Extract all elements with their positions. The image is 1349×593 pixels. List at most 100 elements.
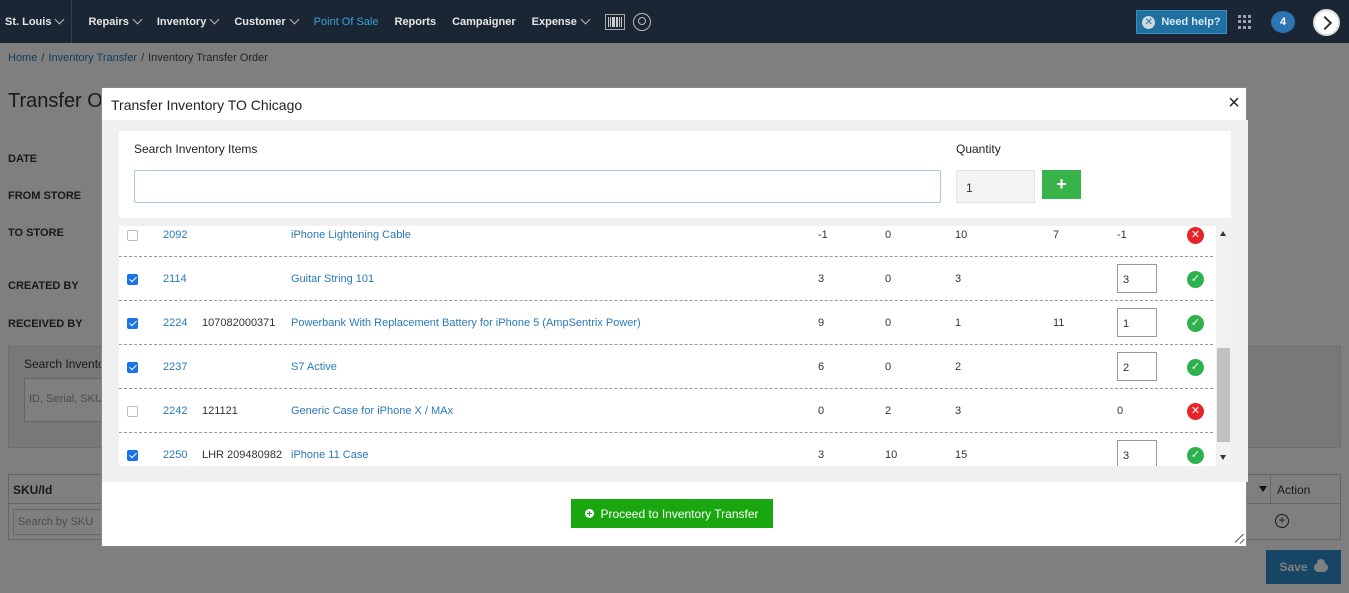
item-qty-col-1: 9 — [818, 317, 825, 329]
item-qty-col-3: 10 — [955, 229, 968, 241]
nav-item-reports[interactable]: Reports — [395, 16, 437, 28]
item-serial: LHR 209480982 — [202, 449, 283, 461]
item-qty-col-4: 7 — [1053, 229, 1060, 241]
item-qty-col-2: 2 — [885, 405, 892, 417]
apps-grid-icon[interactable] — [1238, 15, 1252, 29]
row-checkbox[interactable] — [127, 450, 138, 461]
nav-item-campaigner[interactable]: Campaigner — [452, 16, 516, 28]
scroll-thumb[interactable] — [1217, 348, 1230, 442]
table-row: 2250 LHR 209480982 iPhone 11 Case 3 10 15 3 ✓ — [119, 433, 1213, 466]
search-panel: Search Inventory Items Quantity 1 + — [119, 131, 1231, 218]
nav-item-label: Campaigner — [452, 15, 516, 28]
transfer-qty-input[interactable]: 3 — [1117, 264, 1157, 293]
item-serial: 121121 — [202, 405, 238, 417]
nav-item-expense[interactable]: Expense — [531, 14, 591, 28]
close-circle-icon: ✕ — [1142, 15, 1156, 29]
nav-item-label: St. Louis — [5, 15, 52, 28]
row-checkbox[interactable] — [127, 274, 138, 285]
item-qty-col-2: 0 — [885, 273, 892, 285]
proceed-label: Proceed to Inventory Transfer — [600, 506, 759, 521]
need-help-button[interactable]: ✕ Need help? — [1136, 10, 1227, 34]
notification-badge[interactable]: 4 — [1271, 11, 1295, 33]
row-checkbox[interactable] — [127, 406, 138, 417]
search-items-label: Search Inventory Items — [134, 142, 258, 156]
item-id-link[interactable]: 2224 — [163, 317, 187, 329]
item-serial: 107082000371 — [202, 317, 276, 329]
transfer-qty-value: 0 — [1117, 405, 1124, 417]
transfer-qty-input[interactable]: 2 — [1117, 352, 1157, 381]
item-name-link[interactable]: Powerbank With Replacement Battery for i… — [291, 317, 641, 329]
item-qty-col-2: 0 — [885, 361, 892, 373]
item-qty-col-2: 0 — [885, 229, 892, 241]
row-checkbox[interactable] — [127, 362, 138, 373]
chevron-down-icon — [132, 14, 143, 25]
barcode-icon[interactable] — [604, 13, 625, 30]
nav-item-label: Inventory — [156, 15, 207, 28]
add-item-button[interactable]: + — [1042, 170, 1081, 199]
item-name-link[interactable]: iPhone Lightening Cable — [291, 229, 411, 241]
transfer-qty-input[interactable]: 3 — [1117, 440, 1157, 466]
item-qty-col-3: 3 — [955, 405, 962, 417]
nav-menu: St. Louis Repairs Inventory Customer Point O… — [0, 0, 591, 43]
chevron-down-icon — [289, 14, 300, 25]
proceed-to-transfer-button[interactable]: Proceed to Inventory Transfer — [571, 499, 773, 528]
nav-item-label: Expense — [531, 15, 577, 28]
item-id-link[interactable]: 2237 — [163, 361, 187, 373]
item-qty-col-2: 0 — [885, 317, 892, 329]
check-circle-icon: ✓ — [1187, 271, 1204, 288]
close-icon[interactable]: × — [1226, 93, 1242, 113]
nav-item-customer[interactable]: Customer — [234, 14, 300, 28]
nav-item-label: Repairs — [88, 15, 129, 28]
x-circle-icon: ✕ — [1187, 227, 1204, 244]
modal-body: Search Inventory Items Quantity 1 + 2092… — [102, 120, 1248, 482]
nav-item-repairs[interactable]: Repairs — [88, 14, 143, 28]
item-qty-col-2: 10 — [885, 449, 898, 461]
item-qty-col-1: 6 — [818, 361, 825, 373]
transfer-qty-input[interactable]: 1 — [1117, 308, 1157, 337]
nav-item-st-louis[interactable]: St. Louis — [5, 14, 65, 28]
list-scrollbar[interactable] — [1216, 226, 1231, 466]
nav-item-point-of-sale[interactable]: Point Of Sale — [314, 16, 379, 28]
user-avatar[interactable] — [1313, 9, 1340, 36]
item-name-link[interactable]: Guitar String 101 — [291, 273, 374, 285]
item-name-link[interactable]: S7 Active — [291, 361, 337, 373]
quantity-label: Quantity — [956, 142, 1001, 156]
nav-item-inventory[interactable]: Inventory — [156, 14, 220, 28]
item-qty-col-3: 2 — [955, 361, 962, 373]
nav-item-label: Point Of Sale — [313, 15, 379, 28]
inventory-list: 2092 iPhone Lightening Cable -1 0 10 7 -1 ✕ 2114… — [119, 226, 1231, 466]
x-circle-icon: ✕ — [1187, 403, 1204, 420]
item-id-link[interactable]: 2114 — [163, 273, 187, 285]
item-qty-col-1: 3 — [818, 273, 825, 285]
row-checkbox[interactable] — [127, 230, 138, 241]
scroll-down-icon[interactable] — [1220, 455, 1226, 460]
item-qty-col-4: 11 — [1053, 317, 1065, 329]
chevron-down-icon — [209, 14, 220, 25]
item-qty-col-1: -1 — [818, 229, 828, 241]
item-id-link[interactable]: 2242 — [163, 405, 187, 417]
table-row: 2242 121121 Generic Case for iPhone X / MA… — [119, 389, 1213, 433]
chevron-down-icon — [580, 14, 591, 25]
table-row: 2092 iPhone Lightening Cable -1 0 10 7 -1 ✕ — [119, 226, 1213, 257]
check-circle-icon: ✓ — [1187, 447, 1204, 464]
item-qty-col-1: 3 — [818, 449, 825, 461]
row-checkbox[interactable] — [127, 318, 138, 329]
nav-divider — [71, 0, 73, 43]
need-help-label: Need help? — [1161, 16, 1221, 28]
search-items-input[interactable] — [134, 170, 941, 203]
search-icon[interactable] — [632, 12, 651, 31]
item-id-link[interactable]: 2092 — [163, 229, 187, 241]
item-name-link[interactable]: iPhone 11 Case — [291, 449, 368, 461]
check-circle-icon: ✓ — [1187, 359, 1204, 376]
item-qty-col-3: 15 — [955, 449, 968, 461]
item-name-link[interactable]: Generic Case for iPhone X / MAx — [291, 405, 453, 417]
scroll-up-icon[interactable] — [1220, 231, 1226, 236]
item-qty-col-1: 0 — [818, 405, 825, 417]
quantity-input[interactable]: 1 — [956, 170, 1035, 203]
table-row: 2114 Guitar String 101 3 0 3 3 ✓ — [119, 257, 1213, 301]
item-id-link[interactable]: 2250 — [163, 449, 187, 461]
transfer-inventory-modal: Transfer Inventory TO Chicago × Search I… — [101, 87, 1248, 547]
resize-handle-icon[interactable] — [1235, 534, 1245, 544]
item-qty-col-3: 1 — [955, 317, 962, 329]
modal-title: Transfer Inventory TO Chicago — [111, 97, 303, 113]
